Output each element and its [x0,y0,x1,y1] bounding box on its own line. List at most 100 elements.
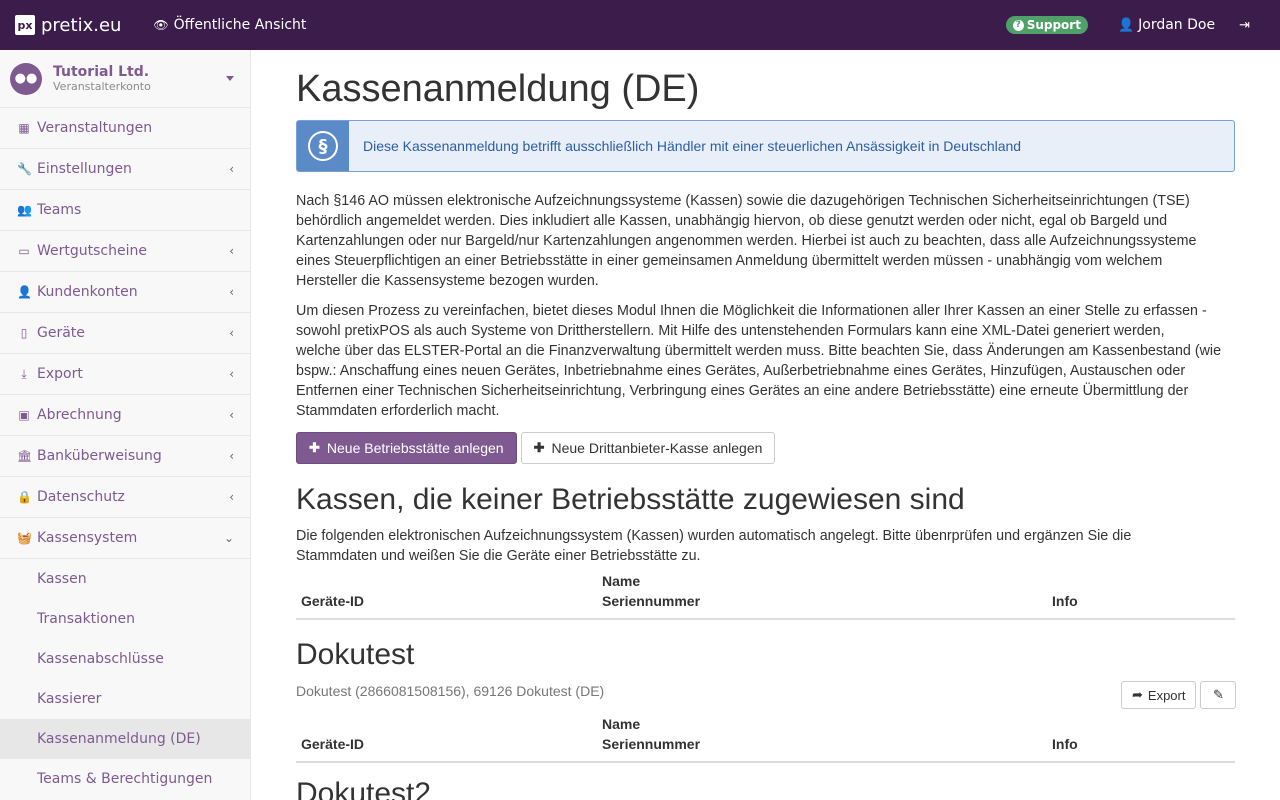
sidebar-item-label: Einstellungen [37,161,132,177]
sidebar-item-kundenkonten[interactable]: 👤 Kundenkonten ‹ [0,272,250,313]
chevron-left-icon: ‹ [229,367,234,381]
sidebar-item-kassensystem[interactable]: 🧺 Kassensystem ⌄ [0,518,250,559]
sidebar-item-label: Export [37,366,83,382]
bank-icon: 🏛 [17,449,33,463]
site-actions: ➦ Export ✎ [1121,681,1237,709]
sidebar-item-label: Kundenkonten [37,284,138,300]
col-device-id: Geräte-ID [301,593,365,609]
col-device-id: Geräte-ID [301,736,365,752]
unassigned-section-title: Kassen, die keiner Betriebsstätte zugewi… [296,483,965,516]
calendar-icon: ▦ [18,121,30,135]
action-buttons: ✚ Neue Betriebsstätte anlegen ✚ Neue Dri… [296,432,776,464]
tablet-icon: ▯ [20,326,28,340]
text-line: Entfernen einer Technischen Sicherheitse… [296,383,1189,399]
text-line: bspw.: Anschaffung eines neuen Gerätes, … [296,363,1186,379]
question-circle-icon: ? [1012,19,1024,31]
organizer-switcher[interactable]: ●● Tutorial Ltd. Veranstalterkonto [0,50,250,108]
users-icon: 👥 [17,203,32,217]
site2-section-title: Dokutest2 [296,777,432,800]
export-button[interactable]: ➦ Export [1121,681,1197,709]
credit-card-icon: ▭ [18,244,30,258]
text-line: Stammdaten erforderlich macht. [296,403,500,419]
sidebar-item-label: Datenschutz [37,489,125,505]
edit-button[interactable]: ✎ [1200,681,1237,709]
text-line: Kartenzahlungen oder nur Bargeld/nur Kar… [296,233,1197,249]
intro-paragraph: Nach §146 AO müssen elektronische Aufzei… [296,191,1235,291]
text-line: Stammdaten und weißen Sie die Geräte ein… [296,548,701,564]
sidebar-item-geraete[interactable]: ▯ Geräte ‹ [0,313,250,354]
plus-icon: ✚ [533,440,545,455]
site-address: Dokutest (2866081508156), 69126 Dokutest… [296,683,605,699]
sidebar-subitem-kassen[interactable]: Kassen [0,559,250,599]
sidebar-item-datenschutz[interactable]: 🔒 Datenschutz ‹ [0,477,250,518]
page-title: Kassenanmeldung (DE) [296,68,700,110]
col-serial: Seriennummer [602,593,701,609]
unassigned-table-header: Geräte-ID Name Seriennummer Info [296,570,1235,620]
site-section-title: Dokutest [296,638,415,671]
edit-icon: ✎ [1213,687,1224,702]
new-site-label: Neue Betriebsstätte anlegen [326,440,504,456]
shopping-basket-icon: 🧺 [17,531,32,545]
text-line: Nach §146 AO müssen elektronische Aufzei… [296,193,1190,209]
sidebar: ●● Tutorial Ltd. Veranstalterkonto ▦ Ver… [0,50,251,800]
user-icon: 👤 [1117,17,1135,33]
sidebar-item-label: Kassensystem [37,530,138,546]
text-line: Um diesen Prozess zu vereinfachen, biete… [296,303,1207,319]
sign-out-icon[interactable]: ⇥ [1239,18,1250,33]
brand-link[interactable]: px pretix.eu [0,0,121,50]
chevron-left-icon: ‹ [229,285,234,299]
sidebar-item-label: Veranstaltungen [37,120,153,136]
new-third-party-label: Neue Drittanbieter-Kasse anlegen [551,440,763,456]
caret-down-icon [226,76,234,81]
sidebar-subitem-kassenanmeldung[interactable]: Kassenanmeldung (DE) [0,719,250,759]
process-paragraph: Um diesen Prozess zu vereinfachen, biete… [296,301,1235,421]
sidebar-subitem-kassierer[interactable]: Kassierer [0,679,250,719]
text-line: eines Steuerpflichtigen an einer Betrieb… [296,253,1163,269]
eye-icon: 👁 [153,18,169,32]
sidebar-subitem-transaktionen[interactable]: Transaktionen [0,599,250,639]
sidebar-item-teams[interactable]: 👥 Teams [0,190,250,231]
brand-name: pretix.eu [41,14,122,36]
chevron-left-icon: ‹ [229,490,234,504]
public-view-label: Öffentliche Ansicht [173,17,307,33]
sidebar-subitem-teams-berechtigungen[interactable]: Teams & Berechtigungen [0,759,250,799]
text-line: welche über das ELSTER-Portal an die Fin… [296,343,1222,359]
organizer-subtitle: Veranstalterkonto [53,79,151,93]
chevron-left-icon: ‹ [229,326,234,340]
chevron-left-icon: ‹ [229,449,234,463]
new-third-party-register-button[interactable]: ✚ Neue Drittanbieter-Kasse anlegen [520,432,776,464]
sidebar-item-label: Teams [37,202,82,218]
col-name: Name [602,716,641,732]
plus-icon: ✚ [309,440,320,455]
money-icon: ▣ [18,408,30,422]
col-info: Info [1052,736,1078,752]
sidebar-item-veranstaltungen[interactable]: ▦ Veranstaltungen [0,108,250,149]
paragraph-icon: § [297,121,349,171]
user-menu[interactable]: 👤 Jordan Doe [1118,17,1215,33]
support-label: Support [1026,18,1081,32]
text-line: Hersteller die Kassensysteme bezogen wur… [296,273,599,289]
public-view-link[interactable]: 👁 Öffentliche Ansicht [153,17,306,33]
sidebar-subitem-kassenabschluesse[interactable]: Kassenabschlüsse [0,639,250,679]
new-site-button[interactable]: ✚ Neue Betriebsstätte anlegen [296,432,517,464]
col-info: Info [1052,593,1078,609]
sidebar-item-label: Banküberweisung [37,448,162,464]
paragraph-symbol: § [308,131,338,161]
support-button[interactable]: ? Support [1005,16,1088,34]
top-navbar: px pretix.eu 👁 Öffentliche Ansicht ? Sup… [0,0,1280,50]
sidebar-item-abrechnung[interactable]: ▣ Abrechnung ‹ [0,395,250,436]
sidebar-item-export[interactable]: ⤓ Export ‹ [0,354,250,395]
col-serial: Seriennummer [602,736,701,752]
sidebar-item-label: Wertgutscheine [37,243,147,259]
sidebar-item-wertgutscheine[interactable]: ▭ Wertgutscheine ‹ [0,231,250,272]
sidebar-item-einstellungen[interactable]: 🔧 Einstellungen ‹ [0,149,250,190]
site-table-header: Geräte-ID Name Seriennummer Info [296,713,1235,763]
export-label: Export [1147,687,1186,703]
info-alert: § Diese Kassenanmeldung betrifft ausschl… [296,120,1235,172]
chevron-left-icon: ‹ [229,162,234,176]
sidebar-item-bankueberweisung[interactable]: 🏛 Banküberweisung ‹ [0,436,250,477]
download-icon: ⤓ [21,366,27,381]
text-line: Die folgenden elektronischen Aufzeichnun… [296,528,1132,544]
alert-text: Diese Kassenanmeldung betrifft ausschlie… [363,138,1022,154]
share-icon: ➦ [1132,687,1143,702]
